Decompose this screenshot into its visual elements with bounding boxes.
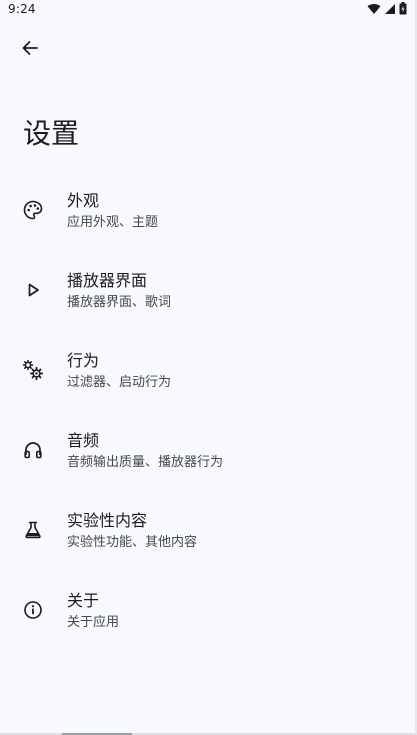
settings-item-subtitle: 关于应用 (67, 615, 120, 630)
info-icon (22, 599, 44, 621)
settings-item-audio[interactable]: 音频 音频输出质量、播放器行为 (0, 410, 417, 490)
wifi-icon (367, 3, 381, 15)
arrow-left-icon (21, 39, 39, 61)
settings-item-subtitle: 播放器界面、歌词 (67, 295, 172, 310)
settings-item-title: 行为 (67, 351, 100, 370)
palette-icon (22, 199, 44, 221)
settings-item-title: 外观 (67, 191, 100, 210)
settings-item-title: 播放器界面 (67, 271, 148, 290)
gears-icon (22, 359, 44, 381)
settings-item-subtitle: 实验性功能、其他内容 (67, 535, 198, 550)
settings-item-title: 实验性内容 (67, 511, 148, 530)
headphones-icon (22, 439, 44, 461)
page-title: 设置 (23, 117, 80, 150)
play-icon (22, 279, 44, 301)
settings-item-about[interactable]: 关于 关于应用 (0, 570, 417, 650)
settings-item-title: 音频 (67, 431, 100, 450)
settings-item-title: 关于 (67, 591, 100, 610)
back-button[interactable] (12, 32, 48, 68)
settings-item-behavior[interactable]: 行为 过滤器、启动行为 (0, 330, 417, 410)
status-icons (367, 2, 407, 15)
battery-icon (399, 2, 407, 15)
flask-icon (22, 519, 44, 541)
settings-item-appearance[interactable]: 外观 应用外观、主题 (0, 170, 417, 250)
settings-item-subtitle: 音频输出质量、播放器行为 (67, 455, 224, 470)
cellular-signal-icon (384, 3, 396, 15)
settings-item-subtitle: 过滤器、启动行为 (67, 375, 172, 390)
top-app-bar (0, 28, 417, 72)
settings-item-subtitle: 应用外观、主题 (67, 215, 159, 230)
settings-item-experimental[interactable]: 实验性内容 实验性功能、其他内容 (0, 490, 417, 570)
status-time: 9:24 (8, 2, 36, 16)
status-bar: 9:24 (0, 0, 417, 20)
settings-item-player[interactable]: 播放器界面 播放器界面、歌词 (0, 250, 417, 330)
settings-list: 外观 应用外观、主题 播放器界面 播放器界面、歌词 行为 过滤器、启动行为 音频… (0, 170, 417, 650)
